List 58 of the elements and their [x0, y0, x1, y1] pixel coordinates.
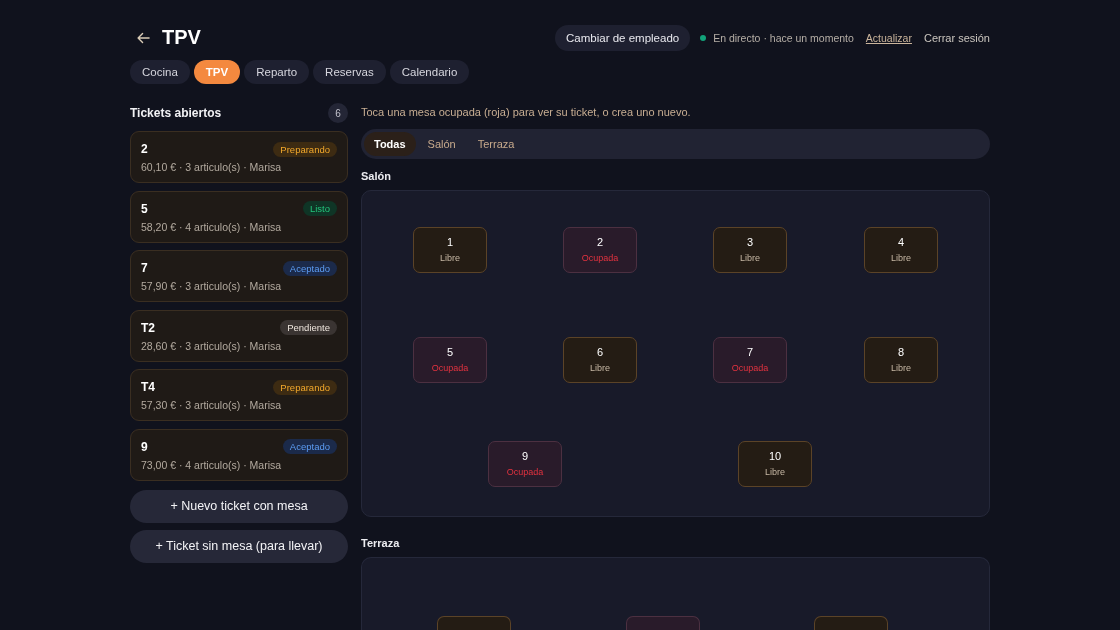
- ticket-number: 5: [141, 201, 148, 216]
- section-heading: Terraza: [361, 536, 401, 550]
- table-tile[interactable]: 1 Libre: [413, 227, 487, 273]
- logout-link[interactable]: Cerrar sesión: [923, 31, 990, 44]
- ticket-summary: 60,10 € · 3 articulo(s) · Marisa: [141, 161, 283, 173]
- hint-text: Toca una mesa ocupada (roja) para ver su ticket, o crea uno nuevo.: [361, 105, 692, 120]
- ticket-summary: 73,00 € · 4 articulo(s) · Marisa: [141, 458, 283, 471]
- ticket-card[interactable]: T2 Pendiente 28,60 € · 3 articulo(s) · Marisa: [130, 309, 348, 362]
- table-tile[interactable]: 4 Libre: [864, 227, 938, 273]
- ticket-number: 2: [141, 142, 148, 156]
- change-employee-button[interactable]: Cambiar de empleado: [555, 24, 691, 51]
- ticket-card[interactable]: 9 Aceptado 73,00 € · 4 articulo(s) · Marisa: [130, 428, 348, 481]
- ticket-summary: 57,30 € · 3 articulo(s) · Marisa: [141, 399, 283, 411]
- filter-tab[interactable]: Terraza: [467, 132, 525, 156]
- section-heading: Salón: [361, 169, 392, 183]
- nav-tab[interactable]: Cocina: [130, 60, 190, 84]
- table-tile[interactable]: 2 Ocupada: [563, 227, 637, 273]
- new-ticket-button[interactable]: + Ticket sin mesa (para llevar): [130, 529, 348, 563]
- table-tile[interactable]: 3 Libre: [713, 227, 787, 273]
- status-badge: Aceptado: [282, 439, 337, 454]
- status-badge: Pendiente: [280, 320, 337, 335]
- ticket-card[interactable]: 7 Aceptado 57,90 € · 3 articulo(s) · Marisa: [130, 250, 348, 302]
- back-arrow-icon[interactable]: [137, 31, 150, 44]
- table-tile[interactable]: [626, 616, 700, 630]
- table-tile[interactable]: [814, 616, 888, 630]
- table-tile[interactable]: 6 Libre: [563, 337, 637, 383]
- table-tile[interactable]: 9 Ocupada: [488, 441, 562, 487]
- ticket-number: 9: [141, 439, 148, 454]
- status-badge: Aceptado: [282, 260, 337, 276]
- table-tile[interactable]: 7 Ocupada: [713, 337, 787, 383]
- table-tile[interactable]: [437, 616, 511, 630]
- filter-tab[interactable]: Todas: [364, 132, 416, 156]
- ticket-number: T2: [141, 320, 155, 335]
- ticket-count-badge: 6: [328, 103, 348, 123]
- ticket-card[interactable]: 5 Listo 58,20 € · 4 articulo(s) · Marisa: [130, 190, 348, 243]
- ticket-number: 7: [141, 261, 148, 275]
- ticket-summary: 57,90 € · 3 articulo(s) · Marisa: [141, 280, 283, 292]
- ticket-summary: 58,20 € · 4 articulo(s) · Marisa: [141, 220, 283, 233]
- ticket-card[interactable]: T4 Preparando 57,30 € · 3 articulo(s) · Marisa: [130, 369, 348, 421]
- table-tile[interactable]: 5 Ocupada: [413, 337, 487, 383]
- section-title: Tickets abiertos: [130, 106, 222, 120]
- status-badge: Listo: [302, 201, 337, 216]
- page-title: TPV: [162, 26, 201, 49]
- live-status-text: En directo · hace un momento: [713, 31, 854, 44]
- nav-tab[interactable]: Reservas: [313, 60, 386, 84]
- table-tile[interactable]: 8 Libre: [864, 337, 938, 383]
- refresh-link[interactable]: Actualizar: [865, 31, 912, 44]
- table-tile[interactable]: 10 Libre: [738, 441, 812, 487]
- live-status-dot-icon: [700, 34, 707, 41]
- ticket-number: T4: [141, 380, 155, 394]
- ticket-summary: 28,60 € · 3 articulo(s) · Marisa: [141, 339, 283, 352]
- status-badge: Preparando: [273, 141, 337, 157]
- new-ticket-button[interactable]: + Nuevo ticket con mesa: [130, 489, 348, 523]
- nav-tab[interactable]: Reparto: [244, 60, 310, 84]
- filter-tab[interactable]: Salón: [417, 132, 466, 156]
- nav-tab[interactable]: Calendario: [389, 60, 470, 84]
- status-badge: Preparando: [273, 379, 337, 395]
- ticket-card[interactable]: 2 Preparando 60,10 € · 3 articulo(s) · Marisa: [130, 131, 348, 183]
